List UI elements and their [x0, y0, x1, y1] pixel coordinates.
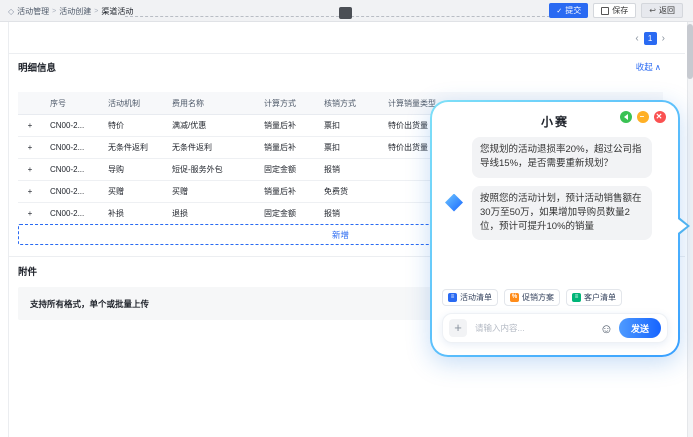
cell-mechanism: 买赠 — [100, 181, 164, 203]
cell-serial: CN00-2... — [42, 159, 100, 181]
breadcrumb-separator: > — [94, 8, 98, 15]
quick-action-chips: ≡ 活动清单 % 促销方案 ≡ 客户清单 — [432, 285, 678, 308]
check-circle-icon — [556, 6, 562, 15]
cell-serial: CN00-2... — [42, 115, 100, 137]
cell-calc-method: 固定金额 — [256, 203, 316, 225]
close-button[interactable]: ✕ — [654, 111, 666, 123]
app-icon: ◇ — [8, 7, 14, 16]
cell-fee-name: 买赠 — [164, 181, 256, 203]
minimize-button[interactable]: – — [637, 111, 649, 123]
submit-button[interactable]: 提交 — [549, 3, 588, 18]
scrollbar-thumb[interactable] — [687, 24, 693, 79]
save-button[interactable]: 保存 — [593, 3, 636, 18]
document-icon: ≡ — [448, 293, 457, 302]
cell-calc-method: 固定金额 — [256, 159, 316, 181]
cell-fee-name: 满减/优惠 — [164, 115, 256, 137]
header-mechanism: 活动机制 — [100, 92, 164, 115]
cell-serial: CN00-2... — [42, 137, 100, 159]
chip-label: 活动清单 — [460, 292, 492, 303]
chip-customer-list[interactable]: ≡ 客户清单 — [566, 289, 622, 306]
cell-serial: CN00-2... — [42, 181, 100, 203]
expand-row-icon[interactable]: + — [18, 203, 42, 225]
chip-label: 促销方案 — [522, 292, 554, 303]
breadcrumb-item-activity-management[interactable]: 活动管理 — [17, 6, 49, 17]
back-button[interactable]: 返回 — [641, 3, 683, 18]
cell-writeoff-method: 报销 — [316, 159, 380, 181]
header-serial: 序号 — [42, 92, 100, 115]
assistant-panel: 小赛 – ✕ 您规划的活动退损率20%，超过公司指导线15%，是否需要重新规划？… — [430, 100, 680, 357]
chat-input-bar: 发送 — [442, 313, 668, 343]
collapse-label: 收起 — [636, 61, 653, 73]
cell-writeoff-method: 报销 — [316, 203, 380, 225]
chat-message-row: 按照您的活动计划，预计活动销售额在30万至50万，如果增加导购员数量2位，预计可… — [444, 186, 666, 241]
save-icon — [601, 7, 609, 15]
detail-section-title: 明细信息 — [18, 60, 56, 74]
send-button[interactable]: 发送 — [619, 318, 661, 338]
header-expand — [18, 92, 42, 115]
cell-calc-method: 销量后补 — [256, 137, 316, 159]
attach-plus-button[interactable] — [449, 319, 467, 337]
topbar-buttons: 提交 保存 返回 — [549, 3, 683, 18]
assistant-window-controls: – ✕ — [620, 111, 666, 123]
cell-writeoff-method: 票扣 — [316, 115, 380, 137]
assistant-header: 小赛 – ✕ — [432, 109, 678, 133]
cell-calc-method: 销量后补 — [256, 115, 316, 137]
chat-input[interactable] — [473, 322, 594, 334]
save-button-label: 保存 — [612, 5, 628, 16]
back-arrow-icon — [649, 6, 656, 15]
assistant-message: 按照您的活动计划，预计活动销售额在30万至50万，如果增加导购员数量2位，预计可… — [472, 186, 652, 241]
cell-fee-name: 短促-服务外包 — [164, 159, 256, 181]
back-button-label: 返回 — [659, 5, 675, 16]
cell-mechanism: 导购 — [100, 159, 164, 181]
header-fee-name: 费用名称 — [164, 92, 256, 115]
screen: ◇ 活动管理 > 活动创建 > 渠道活动 提交 保存 返回 ‹ — [0, 0, 693, 437]
panel-pointer — [678, 219, 687, 233]
promotion-icon: % — [510, 293, 519, 302]
expand-row-icon[interactable]: + — [18, 115, 42, 137]
header-calc-method: 计算方式 — [256, 92, 316, 115]
emoji-icon[interactable] — [600, 322, 613, 335]
prev-page-icon[interactable]: ‹ — [635, 33, 638, 44]
cell-writeoff-method: 免费货 — [316, 181, 380, 203]
chat-message-row: 您规划的活动退损率20%，超过公司指导线15%，是否需要重新规划？ — [444, 137, 666, 178]
chip-promotion-plan[interactable]: % 促销方案 — [504, 289, 560, 306]
attachment-section-title: 附件 — [18, 264, 37, 278]
unknown-dark-widget — [339, 7, 352, 19]
chat-message-list: 您规划的活动退损率20%，超过公司指导线15%，是否需要重新规划？ 按照您的活动… — [432, 133, 678, 285]
assistant-panel-body: 小赛 – ✕ 您规划的活动退损率20%，超过公司指导线15%，是否需要重新规划？… — [432, 102, 678, 355]
cell-writeoff-method: 票扣 — [316, 137, 380, 159]
speaker-icon — [624, 114, 628, 120]
breadcrumb-item-channel-activity: 渠道活动 — [101, 6, 133, 17]
cell-fee-name: 退损 — [164, 203, 256, 225]
expand-row-icon[interactable]: + — [18, 159, 42, 181]
section-divider — [9, 53, 685, 54]
pagination: ‹ 1 › — [635, 32, 665, 45]
document-icon: ≡ — [572, 293, 581, 302]
cell-serial: CN00-2... — [42, 203, 100, 225]
breadcrumb-item-activity-create[interactable]: 活动创建 — [59, 6, 91, 17]
cell-mechanism: 补损 — [100, 203, 164, 225]
cell-calc-method: 销量后补 — [256, 181, 316, 203]
collapse-caret-icon: ∧ — [655, 62, 661, 73]
cell-fee-name: 无条件返利 — [164, 137, 256, 159]
assistant-title: 小赛 — [541, 113, 569, 130]
assistant-avatar — [445, 194, 463, 212]
breadcrumb-separator: > — [52, 8, 56, 15]
expand-row-icon[interactable]: + — [18, 181, 42, 203]
collapse-toggle[interactable]: 收起 ∧ — [636, 61, 661, 73]
next-page-icon[interactable]: › — [662, 33, 665, 44]
chip-activity-list[interactable]: ≡ 活动清单 — [442, 289, 498, 306]
breadcrumb: ◇ 活动管理 > 活动创建 > 渠道活动 — [8, 0, 133, 22]
content-left-border — [8, 22, 9, 437]
cell-mechanism: 无条件返利 — [100, 137, 164, 159]
expand-row-icon[interactable]: + — [18, 137, 42, 159]
assistant-message: 您规划的活动退损率20%，超过公司指导线15%，是否需要重新规划？ — [472, 137, 652, 178]
sound-toggle-button[interactable] — [620, 111, 632, 123]
topbar: ◇ 活动管理 > 活动创建 > 渠道活动 提交 保存 返回 — [0, 0, 693, 22]
submit-button-label: 提交 — [565, 5, 581, 16]
header-writeoff-method: 核销方式 — [316, 92, 380, 115]
cell-mechanism: 特价 — [100, 115, 164, 137]
page-number[interactable]: 1 — [644, 32, 657, 45]
chip-label: 客户清单 — [584, 292, 616, 303]
